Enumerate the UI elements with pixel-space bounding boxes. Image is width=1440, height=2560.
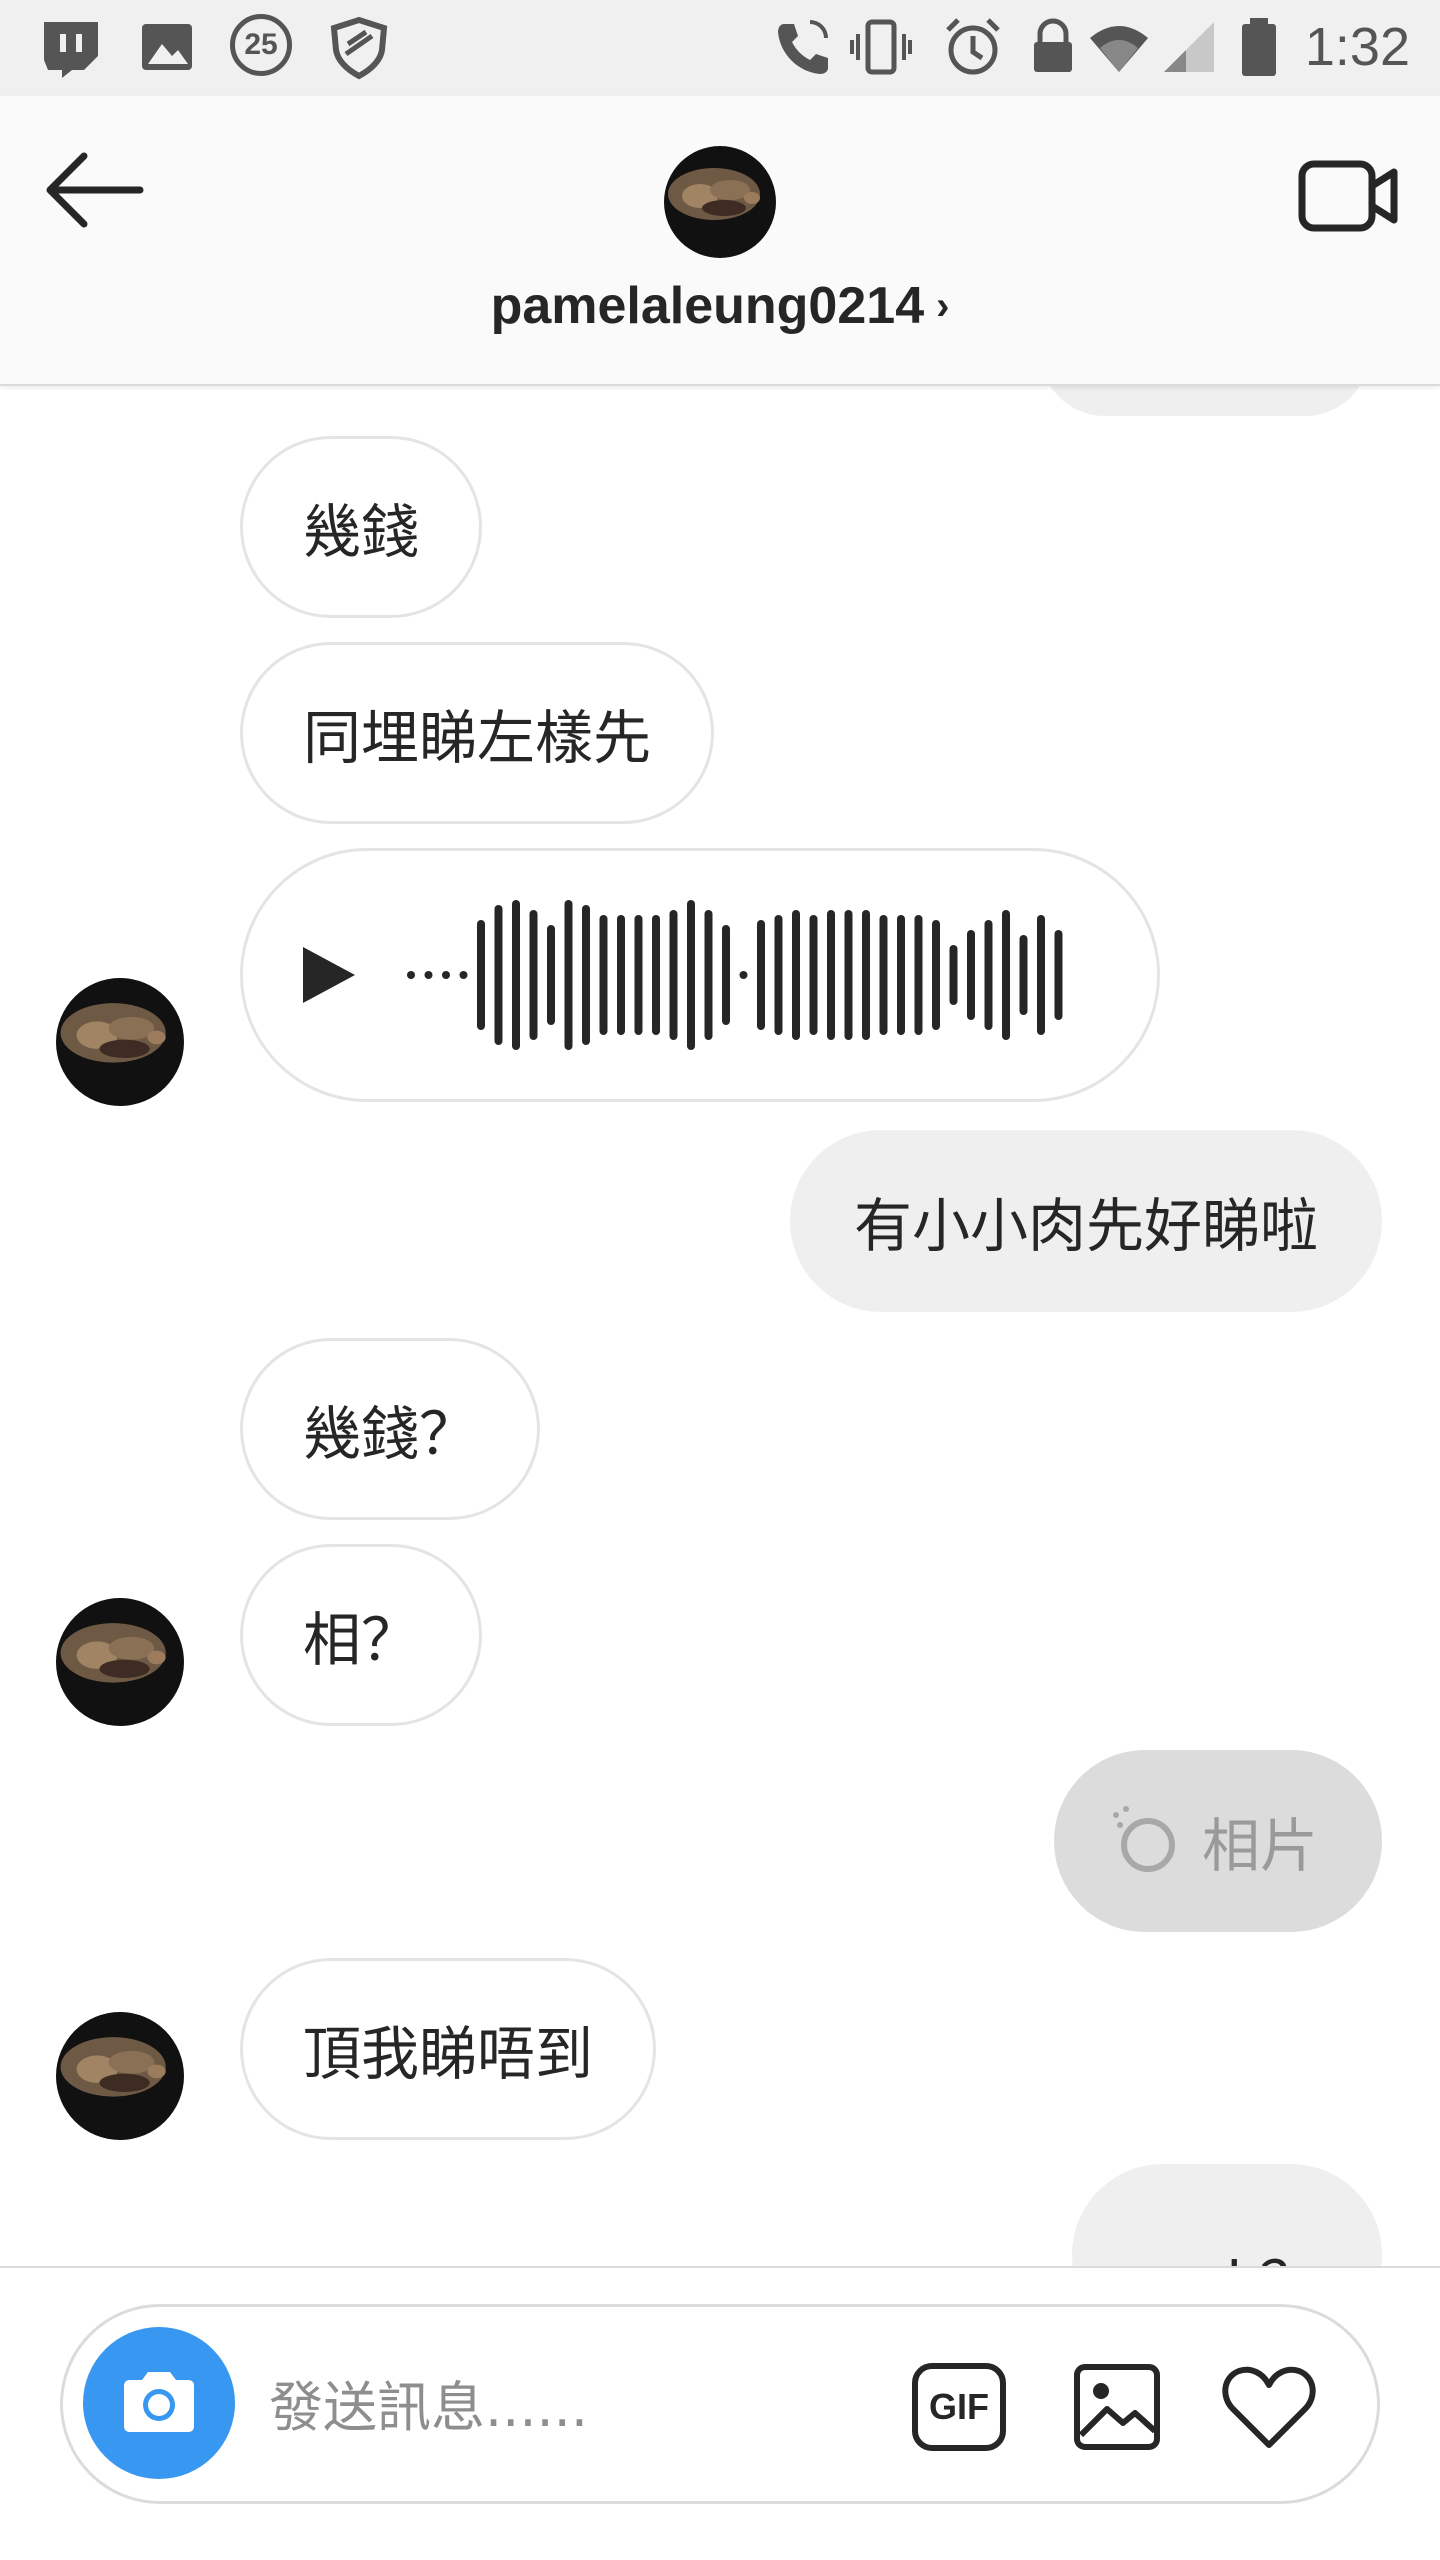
- video-call-icon[interactable]: [1294, 146, 1404, 246]
- play-icon[interactable]: [293, 935, 363, 1015]
- gallery-button[interactable]: [1063, 2353, 1171, 2461]
- waveform-bar: [827, 910, 835, 1040]
- waveform-bar: [704, 910, 713, 1040]
- waveform-bar: [407, 971, 415, 979]
- sender-avatar[interactable]: [56, 978, 184, 1106]
- sender-avatar[interactable]: [56, 2012, 184, 2140]
- waveform-bar: [809, 915, 818, 1035]
- gif-button[interactable]: GIF: [905, 2353, 1013, 2461]
- wifi-call-icon: [778, 20, 828, 74]
- waveform-bar: [669, 910, 678, 1040]
- image-icon: [1074, 2364, 1160, 2450]
- waveform-bar: [722, 925, 730, 1025]
- camera-icon: [124, 2372, 194, 2432]
- chevron-right-icon: ›: [936, 284, 950, 328]
- status-bar: 25 1:32: [0, 0, 1440, 96]
- waveform-bar: [914, 915, 923, 1035]
- gif-icon: GIF: [912, 2363, 1006, 2451]
- camera-button[interactable]: [83, 2327, 235, 2479]
- message-text: 同埋睇左樣先: [303, 704, 652, 772]
- status-time: 1:32: [1304, 17, 1410, 77]
- photo-label: 相片: [1201, 1812, 1318, 1880]
- waveform-bar: [494, 905, 503, 1045]
- waveform-bar: [442, 971, 450, 979]
- waveform-bar: [564, 900, 573, 1050]
- notification-count-badge-icon: 25: [230, 14, 296, 80]
- message-composer: GIF: [60, 2304, 1380, 2504]
- message-input[interactable]: [269, 2357, 869, 2457]
- waveform-bar: [879, 915, 888, 1035]
- message-thread[interactable]: 幾錢 同埋睇左樣先 有小小肉先好睇啦 幾錢？ 相？ 相片 頂我睇唔到: [0, 386, 1440, 2266]
- waveform-bar: [792, 910, 800, 1040]
- message-bubble-partial: [1040, 386, 1370, 416]
- message-text: u ok？: [1136, 2236, 1318, 2266]
- message-bubble-incoming[interactable]: 頂我睇唔到: [240, 1958, 657, 2140]
- waveform-bar: [844, 910, 853, 1040]
- heart-icon: [1222, 2366, 1316, 2448]
- waveform-bar: [897, 915, 905, 1035]
- waveform-bar: [1002, 910, 1010, 1040]
- chat-header: pamelaleung0214 ›: [0, 96, 1440, 386]
- message-bubble-incoming[interactable]: 同埋睇左樣先: [240, 642, 715, 824]
- message-text: 相？: [303, 1606, 420, 1674]
- waveform-bar: [634, 915, 643, 1035]
- shield-icon: [330, 16, 388, 80]
- alarm-icon: [946, 18, 1000, 75]
- waveform-bar: [774, 915, 783, 1035]
- waveform-bar: [652, 915, 660, 1035]
- message-text: 幾錢: [303, 498, 420, 566]
- waveform-bar: [687, 900, 695, 1050]
- view-once-photo-icon: [1112, 1806, 1175, 1872]
- header-avatar[interactable]: [664, 146, 776, 258]
- waveform-bar: [1019, 935, 1028, 1015]
- waveform-bar: [512, 900, 520, 1050]
- message-bubble-incoming[interactable]: 幾錢: [240, 436, 483, 618]
- waveform-bar: [757, 920, 765, 1030]
- message-text: 頂我睇唔到: [303, 2020, 594, 2088]
- waveform-bar: [1054, 930, 1063, 1020]
- waveform-bar: [967, 930, 975, 1020]
- sender-avatar[interactable]: [56, 1598, 184, 1726]
- voice-message-bubble[interactable]: [240, 848, 1160, 1102]
- waveform-bar: [547, 925, 555, 1025]
- battery-icon: [1242, 18, 1276, 76]
- chat-username[interactable]: pamelaleung0214 ›: [0, 276, 1440, 336]
- voice-waveform: [407, 900, 1063, 1050]
- vibrate-icon: [850, 19, 912, 75]
- waveform-bar: [424, 971, 433, 979]
- waveform-bar: [617, 915, 625, 1035]
- waveform-bar: [1037, 915, 1045, 1035]
- waveform-bar: [949, 945, 958, 1005]
- message-bubble-outgoing[interactable]: 有小小肉先好睇啦: [789, 1130, 1382, 1312]
- message-bubble-incoming[interactable]: 幾錢？: [240, 1338, 541, 1520]
- message-bubble-outgoing[interactable]: u ok？: [1071, 2164, 1382, 2266]
- message-text: 有小小肉先好睇啦: [853, 1192, 1318, 1260]
- waveform-bar: [599, 915, 608, 1035]
- notification-count: 25: [230, 14, 292, 76]
- waveform-bar: [582, 905, 590, 1045]
- message-text: 幾錢？: [303, 1400, 478, 1468]
- waveform-bar: [739, 971, 748, 979]
- photo-message-bubble[interactable]: 相片: [1053, 1750, 1382, 1932]
- waveform-bar: [459, 971, 468, 979]
- lock-icon: [1034, 18, 1072, 72]
- message-bubble-incoming[interactable]: 相？: [240, 1544, 483, 1726]
- waveform-bar: [932, 920, 940, 1030]
- waveform-bar: [984, 920, 993, 1030]
- username-text: pamelaleung0214: [490, 277, 925, 335]
- twitch-icon: [44, 22, 98, 78]
- waveform-bar: [477, 920, 485, 1030]
- waveform-bar: [529, 910, 538, 1040]
- back-arrow-icon[interactable]: [40, 140, 150, 240]
- gallery-icon: [142, 24, 192, 70]
- like-button[interactable]: [1215, 2353, 1323, 2461]
- waveform-bar: [862, 910, 870, 1040]
- composer-bar: GIF: [0, 2266, 1440, 2560]
- wifi-icon: [1090, 26, 1148, 72]
- signal-icon: [1164, 22, 1214, 72]
